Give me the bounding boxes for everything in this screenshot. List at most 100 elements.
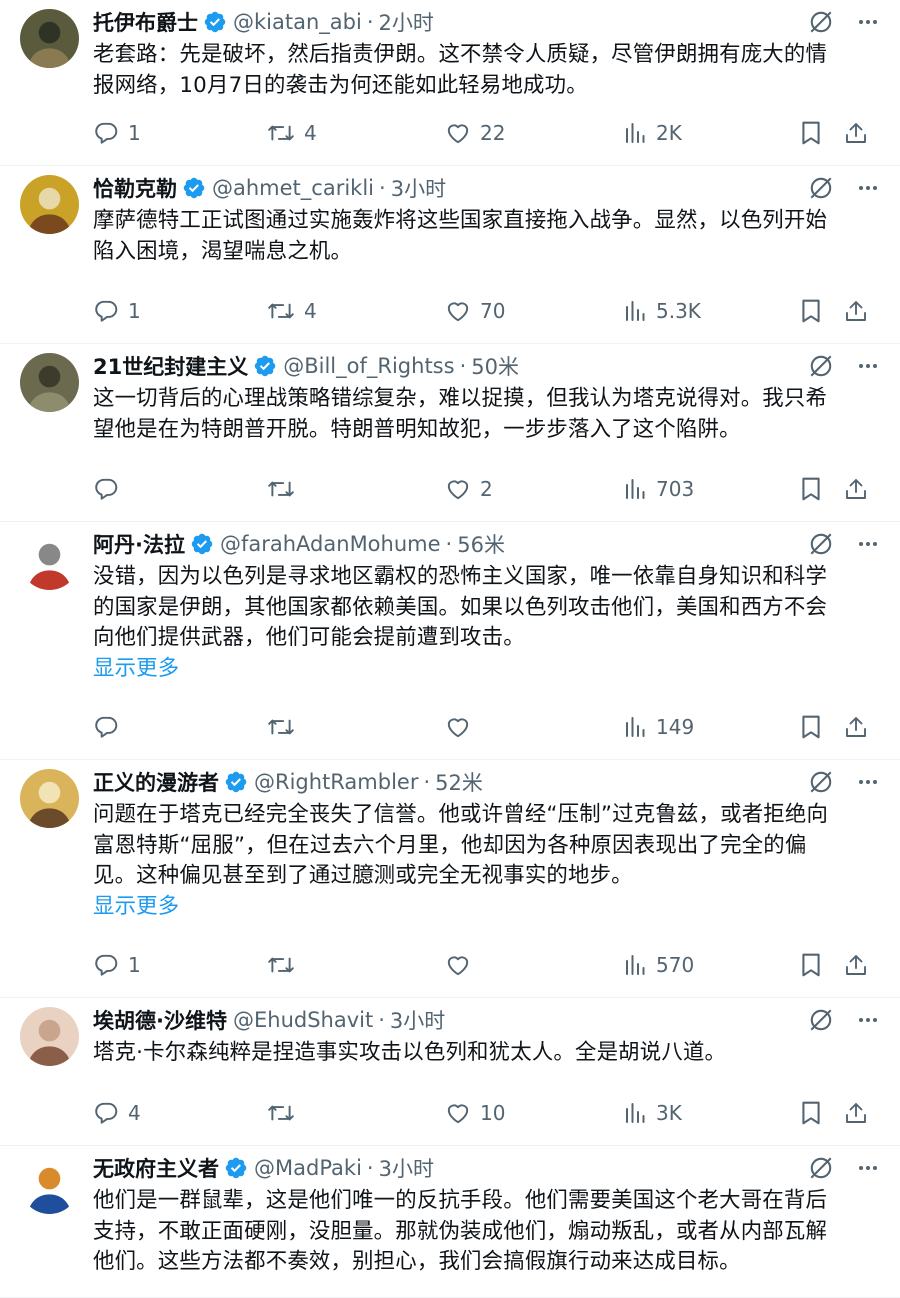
display-name[interactable]: 阿丹·法拉 <box>93 529 185 559</box>
tweet[interactable]: 阿丹·法拉 @farahAdanMohume · 56米 没错，因为以色列是寻求地区霸权… <box>0 522 900 760</box>
bookmark-button[interactable] <box>799 1095 823 1131</box>
more-options-icon[interactable] <box>856 354 880 378</box>
display-name[interactable]: 托伊布爵士 <box>93 7 198 37</box>
retweet-icon <box>267 952 295 978</box>
show-more-link[interactable]: 显示更多 <box>93 892 873 923</box>
share-button[interactable] <box>844 709 868 745</box>
timestamp[interactable]: 52米 <box>435 767 483 797</box>
share-button[interactable] <box>844 947 868 983</box>
tweet[interactable]: 恰勒克勒 @ahmet_carikli · 3小时 摩萨德特工正试图通过实施轰炸将这些国… <box>0 166 900 344</box>
like-button[interactable]: 2 <box>445 471 493 507</box>
retweet-button[interactable]: 4 <box>267 115 317 151</box>
grok-icon[interactable] <box>808 531 834 557</box>
timestamp[interactable]: 3小时 <box>390 1005 445 1035</box>
reply-button[interactable] <box>93 709 128 745</box>
handle[interactable]: @EhudShavit <box>233 1008 373 1032</box>
share-button[interactable] <box>844 115 868 151</box>
tweet[interactable]: 21世纪封建主义 @Bill_of_Rightss · 50米 这一切背后的心理战策略错… <box>0 344 900 522</box>
timestamp[interactable]: 2小时 <box>379 7 434 37</box>
display-name[interactable]: 埃胡德·沙维特 <box>93 1005 227 1035</box>
more-options-icon[interactable] <box>856 770 880 794</box>
handle[interactable]: @ahmet_carikli <box>212 176 374 200</box>
handle[interactable]: @Bill_of_Rightss <box>283 354 454 378</box>
display-name[interactable]: 无政府主义者 <box>93 1153 219 1183</box>
timestamp[interactable]: 3小时 <box>391 173 446 203</box>
show-more-link[interactable]: 显示更多 <box>93 654 873 685</box>
share-icon <box>844 298 868 324</box>
views-button[interactable]: 703 <box>623 471 694 507</box>
views-button[interactable]: 5.3K <box>623 293 701 329</box>
tweet-text-line: 这一切背后的心理战策略错综复杂，难以捉摸，但我认为塔克说得对。我只希 <box>93 386 828 411</box>
retweet-button[interactable]: 4 <box>267 293 317 329</box>
bookmark-icon <box>799 1100 823 1126</box>
more-options-icon[interactable] <box>856 10 880 34</box>
views-button[interactable]: 2K <box>623 115 682 151</box>
share-button[interactable] <box>844 1095 868 1131</box>
grok-icon[interactable] <box>808 175 834 201</box>
retweet-button[interactable] <box>267 1095 304 1131</box>
views-button[interactable]: 570 <box>623 947 694 983</box>
tweet-text-line: 见。这种偏见甚至到了通过臆测或完全无视事实的地步。 <box>93 863 633 888</box>
views-count: 570 <box>656 953 695 977</box>
reply-button[interactable]: 1 <box>93 947 141 983</box>
tweet[interactable]: 埃胡德·沙维特 @EhudShavit · 3小时 塔克·卡尔森纯粹是捏造事实攻击以色列… <box>0 998 900 1146</box>
avatar[interactable] <box>20 531 79 590</box>
reply-button[interactable]: 4 <box>93 1095 141 1131</box>
bookmark-button[interactable] <box>799 709 823 745</box>
grok-icon[interactable] <box>808 1155 834 1181</box>
reply-button[interactable] <box>93 471 128 507</box>
avatar[interactable] <box>20 1155 79 1214</box>
views-button[interactable]: 3K <box>623 1095 682 1131</box>
avatar[interactable] <box>20 175 79 234</box>
timestamp[interactable]: 56米 <box>457 529 505 559</box>
like-button[interactable] <box>445 709 480 745</box>
more-options-icon[interactable] <box>856 176 880 200</box>
reply-button[interactable]: 1 <box>93 115 141 151</box>
views-icon <box>623 121 647 145</box>
display-name[interactable]: 正义的漫游者 <box>93 767 219 797</box>
like-button[interactable]: 70 <box>445 293 505 329</box>
more-options-icon[interactable] <box>856 1008 880 1032</box>
share-button[interactable] <box>844 471 868 507</box>
grok-icon[interactable] <box>808 9 834 35</box>
tweet-header: 恰勒克勒 @ahmet_carikli · 3小时 <box>93 171 880 205</box>
views-button[interactable]: 149 <box>623 709 694 745</box>
replies-count: 1 <box>128 121 141 145</box>
tweet[interactable]: 无政府主义者 @MadPaki · 3小时 他们是一群鼠辈，这是他们唯一的反抗手段。他们… <box>0 1146 900 1298</box>
timestamp[interactable]: 3小时 <box>379 1153 434 1183</box>
handle[interactable]: @RightRambler <box>254 770 418 794</box>
more-options-icon[interactable] <box>856 1156 880 1180</box>
handle[interactable]: @farahAdanMohume <box>220 532 441 556</box>
display-name[interactable]: 恰勒克勒 <box>93 173 177 203</box>
avatar[interactable] <box>20 353 79 412</box>
like-button[interactable]: 22 <box>445 115 505 151</box>
bookmark-button[interactable] <box>799 293 823 329</box>
like-button[interactable] <box>445 947 480 983</box>
share-button[interactable] <box>844 293 868 329</box>
handle[interactable]: @MadPaki <box>254 1156 362 1180</box>
tweet[interactable]: 正义的漫游者 @RightRambler · 52米 问题在于塔克已经完全丧失了信誉。他… <box>0 760 900 998</box>
bookmark-button[interactable] <box>799 471 823 507</box>
likes-count: 10 <box>480 1101 506 1125</box>
retweet-button[interactable] <box>267 471 304 507</box>
avatar[interactable] <box>20 9 79 68</box>
display-name[interactable]: 21世纪封建主义 <box>93 351 248 381</box>
grok-icon[interactable] <box>808 769 834 795</box>
more-options-icon[interactable] <box>856 532 880 556</box>
tweet-text: 这一切背后的心理战策略错综复杂，难以捉摸，但我认为塔克说得对。我只希 望他是在为特… <box>93 384 873 445</box>
avatar[interactable] <box>20 1007 79 1066</box>
retweet-button[interactable] <box>267 947 304 983</box>
like-button[interactable]: 10 <box>445 1095 505 1131</box>
bookmark-icon <box>799 952 823 978</box>
bookmark-icon <box>799 120 823 146</box>
reply-button[interactable]: 1 <box>93 293 141 329</box>
timestamp[interactable]: 50米 <box>471 351 519 381</box>
bookmark-button[interactable] <box>799 115 823 151</box>
handle[interactable]: @kiatan_abi <box>233 10 362 34</box>
grok-icon[interactable] <box>808 1007 834 1033</box>
bookmark-button[interactable] <box>799 947 823 983</box>
tweet[interactable]: 托伊布爵士 @kiatan_abi · 2小时 老套路：先是破坏，然后指责伊朗。这不禁令… <box>0 0 900 166</box>
avatar[interactable] <box>20 769 79 828</box>
retweet-button[interactable] <box>267 709 304 745</box>
grok-icon[interactable] <box>808 353 834 379</box>
